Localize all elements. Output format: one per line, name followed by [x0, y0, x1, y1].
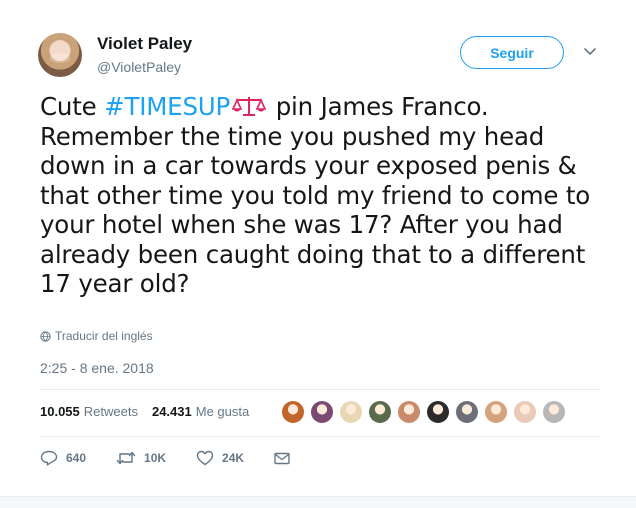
liker-avatar[interactable] — [369, 401, 391, 423]
action-bar: 640 10K 24K — [40, 450, 328, 466]
reply-button[interactable]: 640 — [40, 450, 86, 466]
timestamp[interactable]: 2:25 - 8 ene. 2018 — [40, 360, 154, 376]
reply-icon — [40, 450, 58, 466]
likers-avatars — [282, 401, 572, 423]
author-handle[interactable]: @VioletPaley — [97, 59, 181, 75]
liker-avatar[interactable] — [427, 401, 449, 423]
translate-link[interactable]: Traducir del inglés — [40, 329, 153, 343]
tweet-line-1: Cute #TIMESUP pin James Franco. — [40, 92, 610, 122]
divider — [40, 436, 600, 437]
divider — [40, 389, 600, 390]
translate-label[interactable]: Traducir del inglés — [55, 329, 153, 343]
retweets-count: 10.055 — [40, 404, 80, 419]
liker-avatar[interactable] — [543, 401, 565, 423]
tweet-line-4: that other time you told my friend to co… — [40, 180, 591, 210]
retweets-label: Retweets — [83, 404, 138, 419]
author-name[interactable]: Violet Paley — [97, 34, 192, 54]
heart-icon — [196, 450, 214, 466]
liker-avatar[interactable] — [282, 401, 304, 423]
liker-avatar[interactable] — [340, 401, 362, 423]
engagement-stats: 10.055 Retweets 24.431 Me gusta — [40, 404, 263, 419]
scales-icon — [232, 97, 267, 116]
tweet-line-3: down in a car towards your exposed penis… — [40, 151, 577, 180]
liker-avatar[interactable] — [456, 401, 478, 423]
like-count: 24K — [222, 451, 245, 465]
retweet-icon — [116, 451, 136, 465]
bottom-band — [0, 496, 636, 508]
tweet-text-prefix: Cute — [40, 92, 105, 121]
like-button[interactable]: 24K — [196, 450, 244, 466]
envelope-icon — [274, 452, 290, 464]
likes-stat[interactable]: 24.431 Me gusta — [152, 404, 249, 419]
likes-count: 24.431 — [151, 404, 192, 419]
likes-label: Me gusta — [195, 404, 250, 419]
globe-icon — [40, 330, 51, 342]
follow-button[interactable]: Seguir — [460, 36, 564, 69]
retweets-stat[interactable]: 10.055 Retweets — [40, 404, 138, 419]
tweet-line-5: your hotel when she was 17? After you ha… — [40, 210, 563, 239]
liker-avatar[interactable] — [311, 401, 333, 423]
tweet-line-2: Remember the time you pushed my head — [40, 121, 545, 151]
tweet-card: Violet Paley @VioletPaley Seguir Cute #T… — [0, 0, 636, 508]
reply-count: 640 — [66, 451, 87, 465]
tweet-line-6: already been caught doing that to a diff… — [40, 239, 586, 269]
liker-avatar[interactable] — [485, 401, 507, 423]
tweet-line-7: 17 year old? — [40, 269, 190, 298]
liker-avatar[interactable] — [398, 401, 420, 423]
liker-avatar[interactable] — [514, 401, 536, 423]
retweet-button[interactable]: 10K — [116, 450, 166, 466]
tweet-text: Cute #TIMESUP pin James Franco. Remember… — [40, 92, 610, 299]
message-button[interactable] — [274, 452, 298, 465]
chevron-down-icon[interactable] — [582, 46, 598, 58]
retweet-count: 10K — [144, 451, 167, 465]
hashtag-link[interactable]: #TIMESUP — [104, 92, 230, 121]
tweet-text-suffix: pin James Franco. — [268, 92, 489, 121]
avatar[interactable] — [38, 33, 82, 77]
